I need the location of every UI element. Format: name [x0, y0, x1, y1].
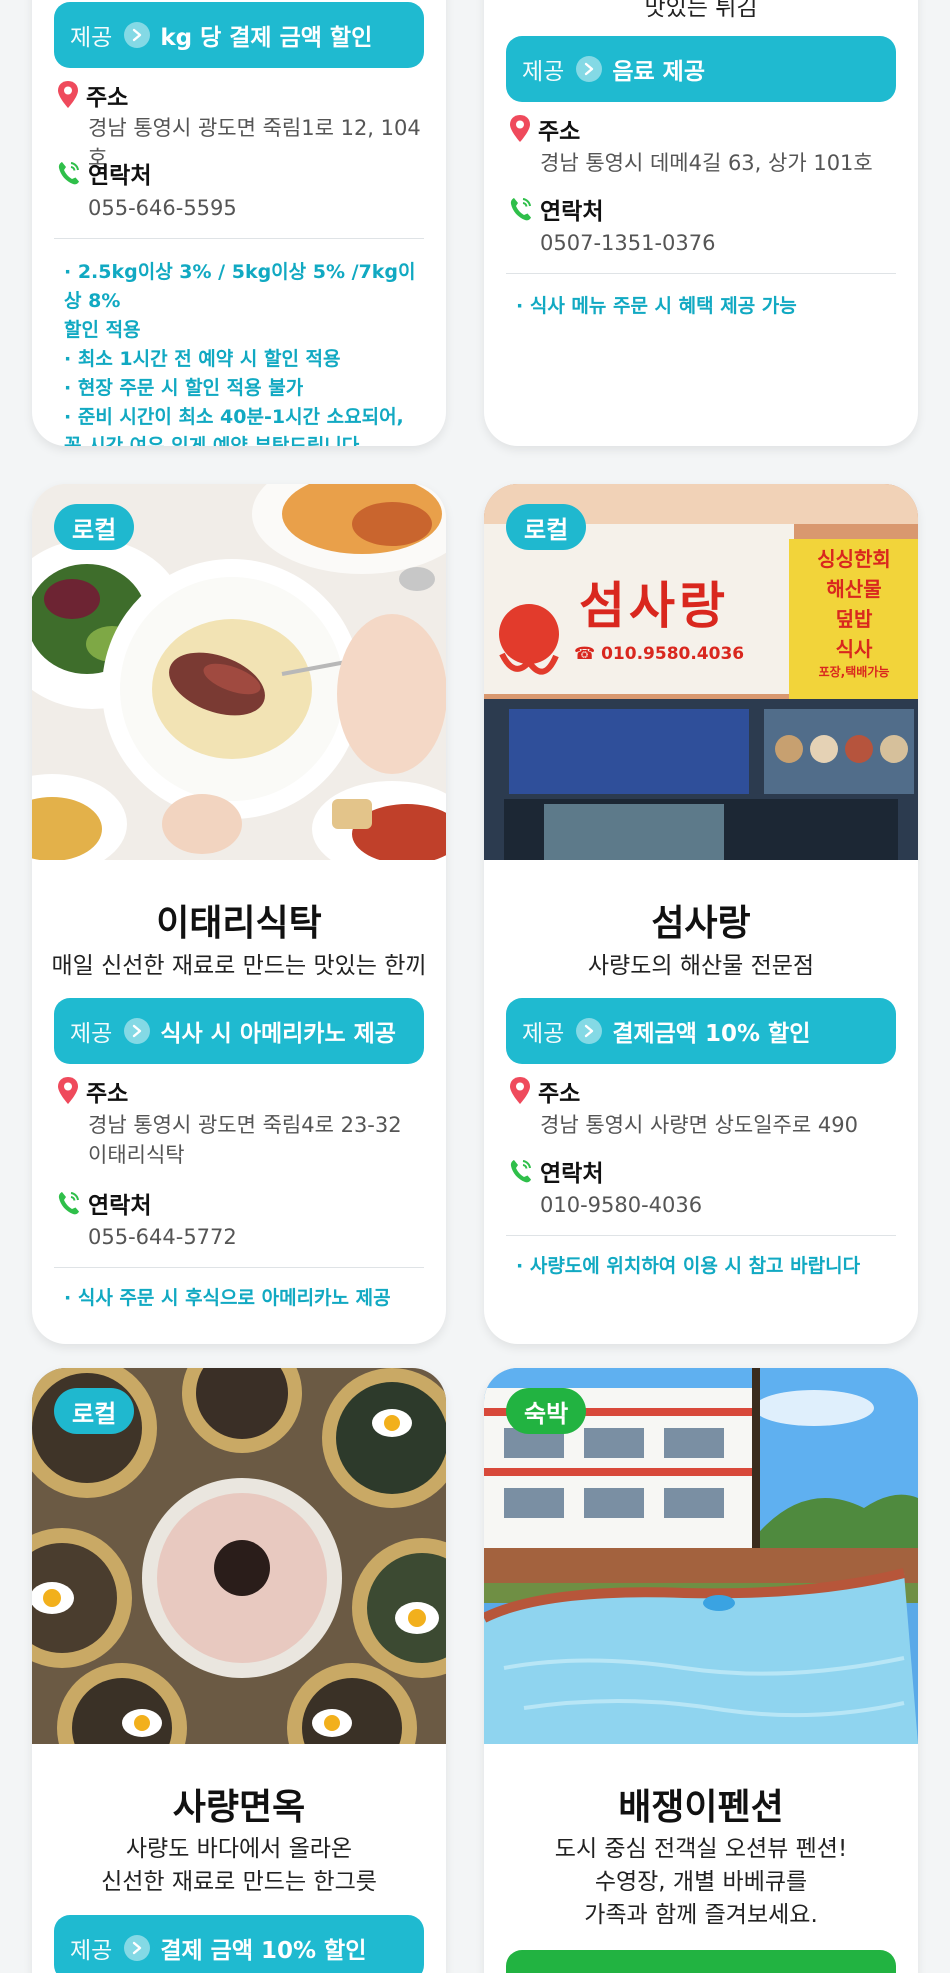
notes-list: · 식사 메뉴 주문 시 혜택 제공 가능	[516, 292, 898, 321]
address-value: 경남 통영시 광도면 죽림4로 23-32 이태리식탁	[88, 1113, 402, 1167]
sign-side-menu: 싱싱한회 해산물 덮밥 식사 포장,택배가능	[817, 547, 891, 679]
location-pin-icon	[58, 81, 78, 108]
phone-value[interactable]: 0507-1351-0376	[540, 228, 898, 258]
benefit-text: 결제금액 10% 할인	[612, 1021, 811, 1047]
phone-icon	[510, 198, 531, 221]
phone-value[interactable]: 055-646-5595	[88, 193, 426, 223]
chevron-right-icon	[124, 1018, 151, 1044]
divider	[54, 238, 424, 239]
category-badge: 숙박	[506, 1388, 587, 1434]
contact-label: 연락처	[508, 192, 603, 226]
location-pin-icon	[510, 115, 530, 142]
benefit-banner	[506, 1950, 896, 1973]
shop-desc: 사량도 바다에서 올라온 신선한 재료로 만드는 한그릇	[101, 1836, 377, 1895]
divider	[54, 1267, 424, 1268]
benefit-text: 결제 금액 10% 할인	[160, 1938, 367, 1964]
benefit-prefix: 제공	[70, 1021, 113, 1047]
shop-name: 이태리식탁	[156, 903, 322, 944]
phone-icon	[58, 1192, 79, 1215]
shop-desc: 매일 신선한 재료로 만드는 맛있는 한끼	[51, 953, 427, 979]
location-pin-icon	[58, 1077, 78, 1104]
contact-label: 연락처	[508, 1154, 603, 1188]
benefit-banner: 제공 결제금액 10% 할인	[506, 998, 896, 1064]
address-label: 주소	[56, 1074, 128, 1108]
benefit-text: kg 당 결제 금액 할인	[160, 25, 373, 51]
shop-desc: 도시 중심 전객실 오션뷰 펜션! 수영장, 개별 바베큐를 가족과 함께 즐겨…	[554, 1836, 848, 1928]
address-label: 주소	[508, 1074, 580, 1108]
category-badge: 로컬	[54, 504, 135, 550]
benefit-banner: 제공 음료 제공	[506, 36, 896, 102]
note-item: · 식사 주문 시 후식으로 아메리카노 제공	[64, 1287, 391, 1309]
note-item: · 현장 주문 시 할인 적용 불가	[64, 377, 304, 399]
benefit-text: 식사 시 아메리카노 제공	[160, 1021, 396, 1047]
shop-name: 섬사랑	[651, 903, 751, 944]
address-value: 경남 통영시 사량면 상도일주로 490	[540, 1113, 858, 1137]
divider	[506, 1235, 896, 1236]
benefit-banner: 제공 식사 시 아메리카노 제공	[54, 998, 424, 1064]
shop-card[interactable]: 로컬 이태리식탁 매일 신선한 재료로 만드는 맛있는 한끼 제공 식사 시 아…	[32, 484, 446, 1344]
sign-phone-text: ☎ 010.9580.4036	[574, 644, 745, 664]
note-item: · 준비 시간이 최소 40분-1시간 소요되어, 꼭 시간 여유 있게 예약 …	[64, 406, 404, 446]
note-item: · 2.5kg이상 3% / 5kg이상 5% /7kg이상 8% 할인 적용	[64, 261, 416, 341]
shop-card[interactable]: 섬사랑 ☎ 010.9580.4036 싱싱한회 해산물 덮밥 식사 포장,택배…	[484, 484, 918, 1344]
chevron-right-icon	[576, 56, 603, 82]
benefit-prefix: 제공	[522, 59, 565, 85]
phone-value[interactable]: 055-644-5772	[88, 1222, 426, 1252]
note-item: · 최소 1시간 전 예약 시 할인 적용	[64, 348, 341, 370]
phone-value[interactable]: 010-9580-4036	[540, 1190, 898, 1220]
chevron-right-icon	[124, 22, 151, 48]
benefit-prefix: 제공	[70, 25, 113, 51]
shop-card[interactable]: 맛있는 튀김 제공 음료 제공 주소 경남 통영시 데메4길 63, 상가 10…	[484, 0, 918, 446]
address-label: 주소	[508, 112, 580, 146]
address-label: 주소	[56, 78, 128, 112]
note-item: · 사량도에 위치하여 이용 시 참고 바랍니다	[516, 1255, 861, 1277]
notes-list: · 사량도에 위치하여 이용 시 참고 바랍니다	[516, 1252, 898, 1281]
benefit-banner: 제공 kg 당 결제 금액 할인	[54, 2, 424, 68]
address-value: 경남 통영시 데메4길 63, 상가 101호	[540, 151, 873, 175]
shop-desc: 맛있는 튀김	[644, 0, 758, 21]
shop-card[interactable]: 숙박 배쟁이펜션 도시 중심 전객실 오션뷰 펜션! 수영장, 개별 바베큐를 …	[484, 1368, 918, 1973]
shop-desc: 사량도의 해산물 전문점	[587, 953, 815, 979]
shop-card[interactable]: 제공 kg 당 결제 금액 할인 주소 경남 통영시 광도면 죽림1로 12, …	[32, 0, 446, 446]
phone-icon	[510, 1160, 531, 1183]
category-badge: 로컬	[54, 1388, 135, 1434]
shop-name: 사량면옥	[172, 1787, 306, 1828]
sign-main-text: 섬사랑	[579, 576, 729, 635]
chevron-right-icon	[576, 1018, 603, 1044]
notes-list: · 식사 주문 시 후식으로 아메리카노 제공	[64, 1284, 426, 1313]
contact-label: 연락처	[56, 1186, 151, 1220]
shop-name: 배쟁이펜션	[618, 1787, 784, 1828]
shop-card[interactable]: 로컬 사량면옥 사량도 바다에서 올라온 신선한 재료로 만드는 한그릇 제공 …	[32, 1368, 446, 1973]
phone-icon	[58, 162, 79, 185]
benefit-banner: 제공 결제 금액 10% 할인	[54, 1915, 424, 1973]
benefit-text: 음료 제공	[612, 59, 705, 85]
category-badge: 로컬	[506, 504, 587, 550]
benefit-prefix: 제공	[522, 1021, 565, 1047]
benefit-prefix: 제공	[70, 1938, 113, 1964]
chevron-right-icon	[124, 1935, 151, 1961]
contact-label: 연락처	[56, 156, 151, 190]
note-item: · 식사 메뉴 주문 시 혜택 제공 가능	[516, 295, 797, 317]
divider	[506, 273, 896, 274]
notes-list: · 2.5kg이상 3% / 5kg이상 5% /7kg이상 8% 할인 적용 …	[64, 258, 426, 446]
location-pin-icon	[510, 1077, 530, 1104]
